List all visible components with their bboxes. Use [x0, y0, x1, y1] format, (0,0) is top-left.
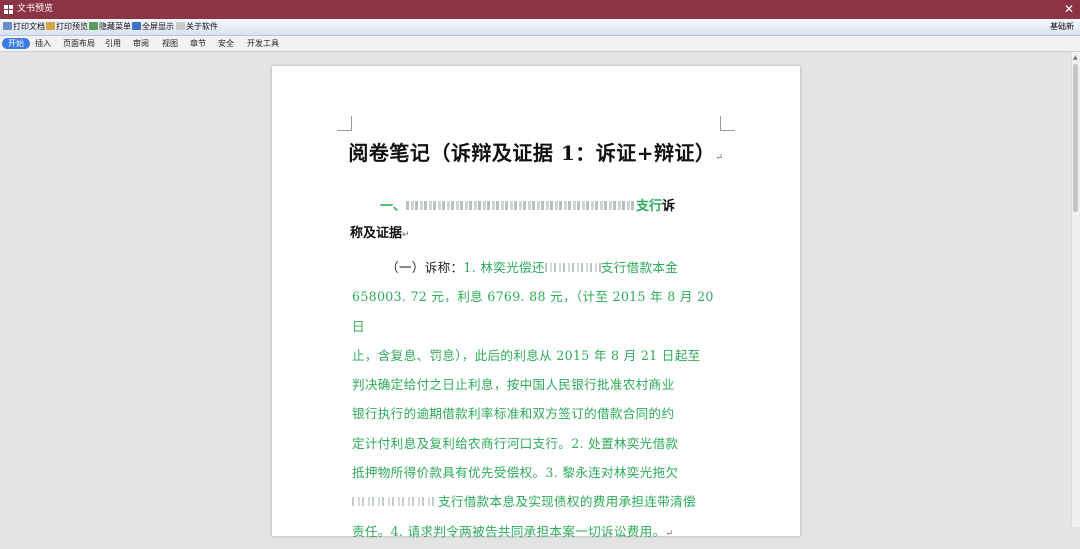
tab-developer-tools[interactable]: 开发工具	[243, 38, 283, 49]
about-button[interactable]: 关于软件	[176, 22, 218, 32]
paragraph-mark-icon: ↵	[665, 528, 674, 539]
document-title: 阅卷笔记（诉辩及证据 1：诉证+辩证）↵	[272, 137, 800, 166]
vertical-scrollbar[interactable]: ▲	[1071, 52, 1080, 527]
claim-label: （一）诉称：	[386, 260, 464, 275]
tab-insert[interactable]: 插入	[31, 38, 55, 49]
scrollbar-thumb[interactable]	[1073, 64, 1078, 212]
redacted-text	[544, 263, 601, 272]
print-preview-label: 打印预览	[56, 22, 88, 31]
document-title-text: 阅卷笔记（诉辩及证据 1：诉证+辩证）	[348, 141, 716, 165]
claim-line-text: 责任。4. 请求判令两被告共同承担本案一切诉讼费用。	[352, 523, 666, 539]
claim-line: 定计付利息及复利给农商行河口支行。2. 处置林奕光借款	[352, 435, 679, 451]
print-icon	[3, 22, 12, 30]
tab-chapter[interactable]: 章节	[186, 38, 210, 49]
document-page[interactable]: 阅卷笔记（诉辩及证据 1：诉证+辩证）↵ 一、 支行诉 称及证据↵ （一）诉称：1…	[272, 66, 800, 539]
tab-page-layout[interactable]: 页面布局	[59, 38, 99, 49]
redacted-text	[406, 201, 637, 210]
tab-view[interactable]: 视图	[158, 38, 182, 49]
claim-line: 抵押物所得价款具有优先受偿权。3. 黎永连对林奕光拖欠	[352, 465, 679, 481]
print-preview-button[interactable]: 打印预览	[46, 22, 88, 32]
section-heading: 一、 支行诉	[380, 198, 675, 216]
toolbar: 打印文档 打印预览 隐藏菜单 全屏显示 关于软件 基础新	[0, 19, 1080, 36]
print-preview-icon	[46, 22, 55, 30]
ribbon-tabs: 开始 插入 页面布局 引用 审阅 视图 章节 安全 开发工具	[0, 36, 1080, 52]
section-heading-line2-text: 称及证据	[350, 226, 403, 241]
paragraph-mark-icon: ↵	[715, 153, 724, 163]
claim-line-text: 支行借款本金	[600, 260, 679, 275]
tab-start[interactable]: 开始	[2, 38, 30, 49]
paragraph-mark-icon: ↵	[402, 230, 410, 240]
print-document-button[interactable]: 打印文档	[3, 22, 45, 32]
about-icon	[176, 22, 185, 30]
fullscreen-button[interactable]: 全屏显示	[132, 22, 174, 32]
fullscreen-icon	[132, 22, 141, 30]
tab-references[interactable]: 引用	[101, 38, 125, 49]
basic-new-button[interactable]: 基础新	[1050, 22, 1074, 32]
section-heading-green: 支行	[636, 199, 663, 214]
claim-line: 判决确定给付之日止利息，按中国人民银行批准农村商业	[352, 377, 675, 393]
close-icon[interactable]: ✕	[1064, 2, 1074, 16]
about-label: 关于软件	[186, 22, 218, 31]
tab-review[interactable]: 审阅	[129, 38, 153, 49]
margin-corner-mark	[337, 116, 352, 131]
claim-line: 止，含复息、罚息），此后的利息从 2015 年 8 月 21 日起至	[352, 347, 701, 363]
tab-security[interactable]: 安全	[214, 38, 238, 49]
margin-corner-mark	[720, 116, 735, 131]
claim-line-text: 1. 林奕光偿还	[463, 260, 545, 275]
window-title: 文书预览	[17, 4, 54, 14]
hide-menu-label: 隐藏菜单	[99, 22, 131, 31]
redacted-text	[352, 497, 438, 507]
section-heading-line2: 称及证据↵	[350, 225, 410, 244]
claim-line: 支行借款本息及实现债权的费用承担连带清偿	[352, 487, 720, 516]
app-grid-icon	[4, 5, 13, 14]
claim-paragraph: （一）诉称：1. 林奕光偿还 支行借款本金 658003. 72 元，利息 676…	[352, 253, 720, 549]
section-heading-tail: 诉	[662, 199, 676, 214]
claim-line: 658003. 72 元，利息 6769. 88 元，（计至 2015 年 8 …	[352, 289, 714, 334]
claim-line: 责任。4. 请求判令两被告共同承担本案一切诉讼费用。↵	[352, 517, 720, 549]
scroll-up-icon[interactable]: ▲	[1073, 55, 1078, 61]
print-document-label: 打印文档	[13, 22, 45, 31]
title-bar: 文书预览 ✕	[0, 0, 1080, 19]
hide-menu-button[interactable]: 隐藏菜单	[89, 22, 131, 32]
claim-line-text: 支行借款本息及实现债权的费用承担连带清偿	[438, 494, 696, 510]
section-prefix: 一、	[380, 199, 407, 214]
claim-line: （一）诉称：1. 林奕光偿还 支行借款本金	[352, 253, 720, 282]
claim-line: 银行执行的逾期借款利率标准和双方签订的借款合同的约	[352, 406, 675, 422]
fullscreen-label: 全屏显示	[142, 22, 174, 31]
hide-menu-icon	[89, 22, 98, 30]
